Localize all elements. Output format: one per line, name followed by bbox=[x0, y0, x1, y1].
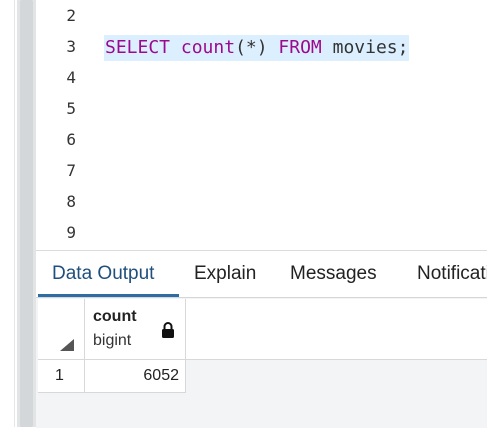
tab-explain[interactable]: Explain bbox=[194, 263, 256, 285]
scrollbar-thumb[interactable] bbox=[20, 0, 33, 427]
sql-function-count: count bbox=[180, 37, 236, 58]
left-edge-strip bbox=[0, 0, 15, 427]
line-number-gutter: 2 3 4 5 6 7 8 9 bbox=[36, 0, 92, 250]
sort-corner-icon bbox=[60, 339, 74, 351]
tab-notifications[interactable]: Notifications bbox=[417, 263, 487, 285]
output-panel: Data Output Explain Messages Notificatio… bbox=[36, 250, 487, 428]
sql-args: (*) bbox=[235, 37, 268, 58]
sql-query-line[interactable]: SELECT count(*) FROM movies; bbox=[104, 35, 410, 61]
column-name: count bbox=[93, 308, 137, 325]
query-editor[interactable]: 2 3 4 5 6 7 8 9 SELECT count(*) FROM mov… bbox=[36, 0, 487, 250]
lock-icon bbox=[162, 322, 174, 338]
result-grid[interactable]: count bigint 1 6052 bbox=[38, 299, 487, 428]
active-tab-indicator bbox=[38, 294, 179, 297]
vertical-scrollbar[interactable] bbox=[17, 0, 36, 427]
result-cell[interactable]: 6052 bbox=[85, 360, 186, 393]
line-number: 8 bbox=[66, 192, 76, 211]
line-number: 6 bbox=[66, 130, 76, 149]
line-number: 5 bbox=[66, 99, 76, 118]
sql-table-name: movies; bbox=[332, 37, 409, 58]
tab-data-output[interactable]: Data Output bbox=[52, 263, 154, 285]
line-number: 4 bbox=[66, 68, 76, 87]
tab-messages[interactable]: Messages bbox=[290, 263, 377, 285]
grid-header-filler bbox=[186, 299, 487, 360]
column-type: bigint bbox=[93, 332, 132, 349]
line-number: 2 bbox=[66, 6, 76, 25]
grid-corner-header[interactable] bbox=[38, 299, 85, 360]
cell-value: 6052 bbox=[143, 367, 179, 384]
row-number[interactable]: 1 bbox=[38, 360, 85, 393]
column-header-count[interactable]: count bigint bbox=[85, 299, 186, 360]
line-number: 3 bbox=[66, 37, 76, 56]
sql-keyword-from: FROM bbox=[278, 37, 322, 58]
line-number: 9 bbox=[66, 223, 76, 242]
output-tabs: Data Output Explain Messages Notificatio… bbox=[36, 251, 487, 298]
sql-keyword-select: SELECT bbox=[105, 37, 171, 58]
line-number: 7 bbox=[66, 161, 76, 180]
